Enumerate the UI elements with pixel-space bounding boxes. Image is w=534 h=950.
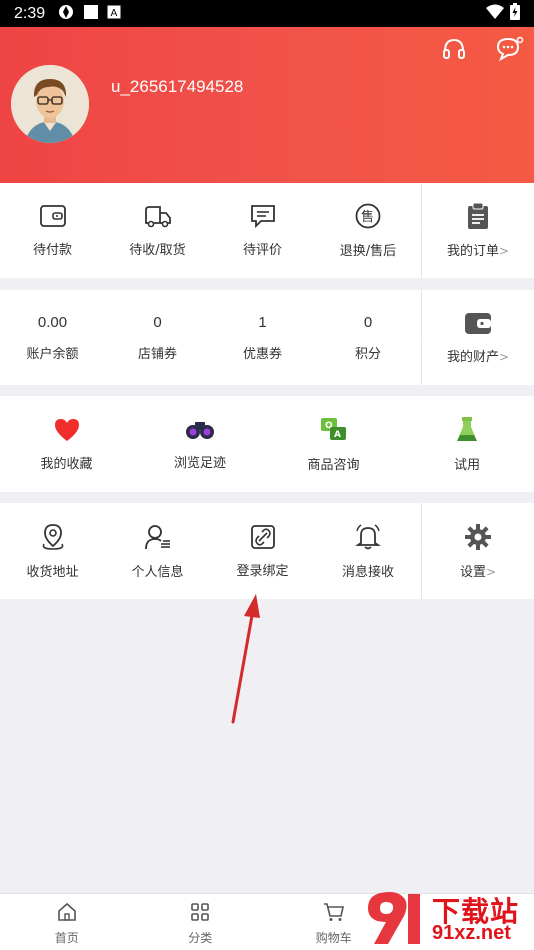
sync-icon <box>57 3 75 25</box>
my-orders-label: 我的订单> <box>446 244 510 259</box>
feature-label: 浏览足迹 <box>173 455 226 471</box>
feature-consult[interactable]: QA 商品咨询 <box>267 396 400 492</box>
category-icon <box>190 902 210 926</box>
asset-points[interactable]: 0 积分 <box>315 290 421 385</box>
order-label: 待评价 <box>242 243 282 258</box>
svg-text:A: A <box>111 8 118 19</box>
cart-icon <box>323 902 345 926</box>
home-icon <box>57 902 77 926</box>
watermark-logo-icon <box>368 892 420 944</box>
nav-home[interactable]: 首页 <box>0 894 134 950</box>
annotation-arrow <box>231 594 260 724</box>
asset-label: 积分 <box>354 346 381 362</box>
location-icon <box>40 523 66 555</box>
nav-label: 购物车 <box>315 931 352 945</box>
tool-profile[interactable]: 个人信息 <box>105 503 210 599</box>
binoculars-icon <box>185 418 215 446</box>
feature-label: 试用 <box>453 457 480 473</box>
my-assets-label: 我的财产> <box>446 350 510 365</box>
tool-login-binding[interactable]: 登录绑定 <box>210 503 315 599</box>
asset-value: 0 <box>363 313 373 331</box>
watermark: 下载站 91xz.net <box>362 888 534 950</box>
asset-value: 0 <box>153 313 162 331</box>
nav-label: 分类 <box>188 931 213 945</box>
tool-address[interactable]: 收货地址 <box>0 503 105 599</box>
my-orders-link[interactable]: 我的订单> <box>415 183 534 278</box>
settings-label: 设置> <box>459 564 497 580</box>
asset-store-coupon[interactable]: 0 店铺券 <box>105 290 210 385</box>
wallet-filled-icon <box>463 310 493 340</box>
tool-label: 消息接收 <box>341 564 394 580</box>
svg-text:A: A <box>334 430 341 440</box>
asset-label: 账户余额 <box>26 346 79 362</box>
wifi-icon <box>486 4 504 24</box>
feature-label: 我的收藏 <box>40 456 93 472</box>
tools-section: 收货地址 个人信息 登录绑定 消息接收 设置> <box>0 503 534 599</box>
order-label: 退换/售后 <box>339 244 397 259</box>
asset-value: 0.00 <box>37 313 68 331</box>
settings-link[interactable]: 设置> <box>415 503 534 599</box>
watermark-url: 91xz.net <box>432 922 511 944</box>
tool-label: 收货地址 <box>26 564 79 580</box>
nav-category[interactable]: 分类 <box>134 894 268 950</box>
link-icon <box>250 524 276 554</box>
asset-coupon[interactable]: 1 优惠券 <box>210 290 315 385</box>
tool-notifications[interactable]: 消息接收 <box>315 503 421 599</box>
order-label: 待收/取货 <box>129 243 186 258</box>
battery-icon <box>510 3 520 24</box>
comment-icon <box>249 203 277 233</box>
text-icon: A <box>107 5 121 23</box>
heart-icon <box>53 417 81 447</box>
order-aftersale[interactable]: 售 退换/售后 <box>315 183 421 278</box>
wallet-icon <box>39 203 67 233</box>
avatar[interactable] <box>11 65 89 143</box>
nav-label: 首页 <box>54 931 79 945</box>
status-bar: 2:39 A <box>0 0 534 27</box>
headset-icon[interactable] <box>441 36 467 62</box>
assets-section: 0.00 账户余额 0 店铺券 1 优惠券 0 积分 我的财产> <box>0 290 534 385</box>
features-section: 我的收藏 浏览足迹 QA 商品咨询 试用 <box>0 396 534 492</box>
profile-header: u_265617494528 <box>0 27 534 183</box>
aftersale-icon: 售 <box>354 202 382 234</box>
tool-label: 登录绑定 <box>236 563 289 579</box>
clipboard-icon <box>466 202 490 234</box>
qa-icon: QA <box>319 416 349 448</box>
flask-icon <box>455 416 479 448</box>
username: u_265617494528 <box>111 77 244 96</box>
order-label: 待付款 <box>32 243 72 258</box>
order-pending-review[interactable]: 待评价 <box>210 183 315 278</box>
my-assets-link[interactable]: 我的财产> <box>415 290 534 385</box>
asset-value: 1 <box>258 313 267 331</box>
asset-balance[interactable]: 0.00 账户余额 <box>0 290 105 385</box>
order-pending-payment[interactable]: 待付款 <box>0 183 105 278</box>
asset-label: 店铺券 <box>137 346 177 362</box>
asset-label: 优惠券 <box>242 346 282 362</box>
svg-text:售: 售 <box>361 209 374 225</box>
bell-icon <box>354 523 382 555</box>
feature-trial[interactable]: 试用 <box>400 396 534 492</box>
status-time: 2:39 <box>14 4 46 22</box>
feature-label: 商品咨询 <box>307 457 360 473</box>
gear-icon <box>464 523 492 555</box>
orders-section: 待付款 待收/取货 待评价 售 退换/售后 我的订单> <box>0 183 534 278</box>
order-pending-receipt[interactable]: 待收/取货 <box>105 183 210 278</box>
person-icon <box>144 523 172 555</box>
feature-history[interactable]: 浏览足迹 <box>133 396 267 492</box>
truck-icon <box>143 203 173 233</box>
feature-favorites[interactable]: 我的收藏 <box>0 396 133 492</box>
tool-label: 个人信息 <box>131 564 184 580</box>
square-icon <box>83 4 99 24</box>
message-icon[interactable] <box>495 36 525 62</box>
